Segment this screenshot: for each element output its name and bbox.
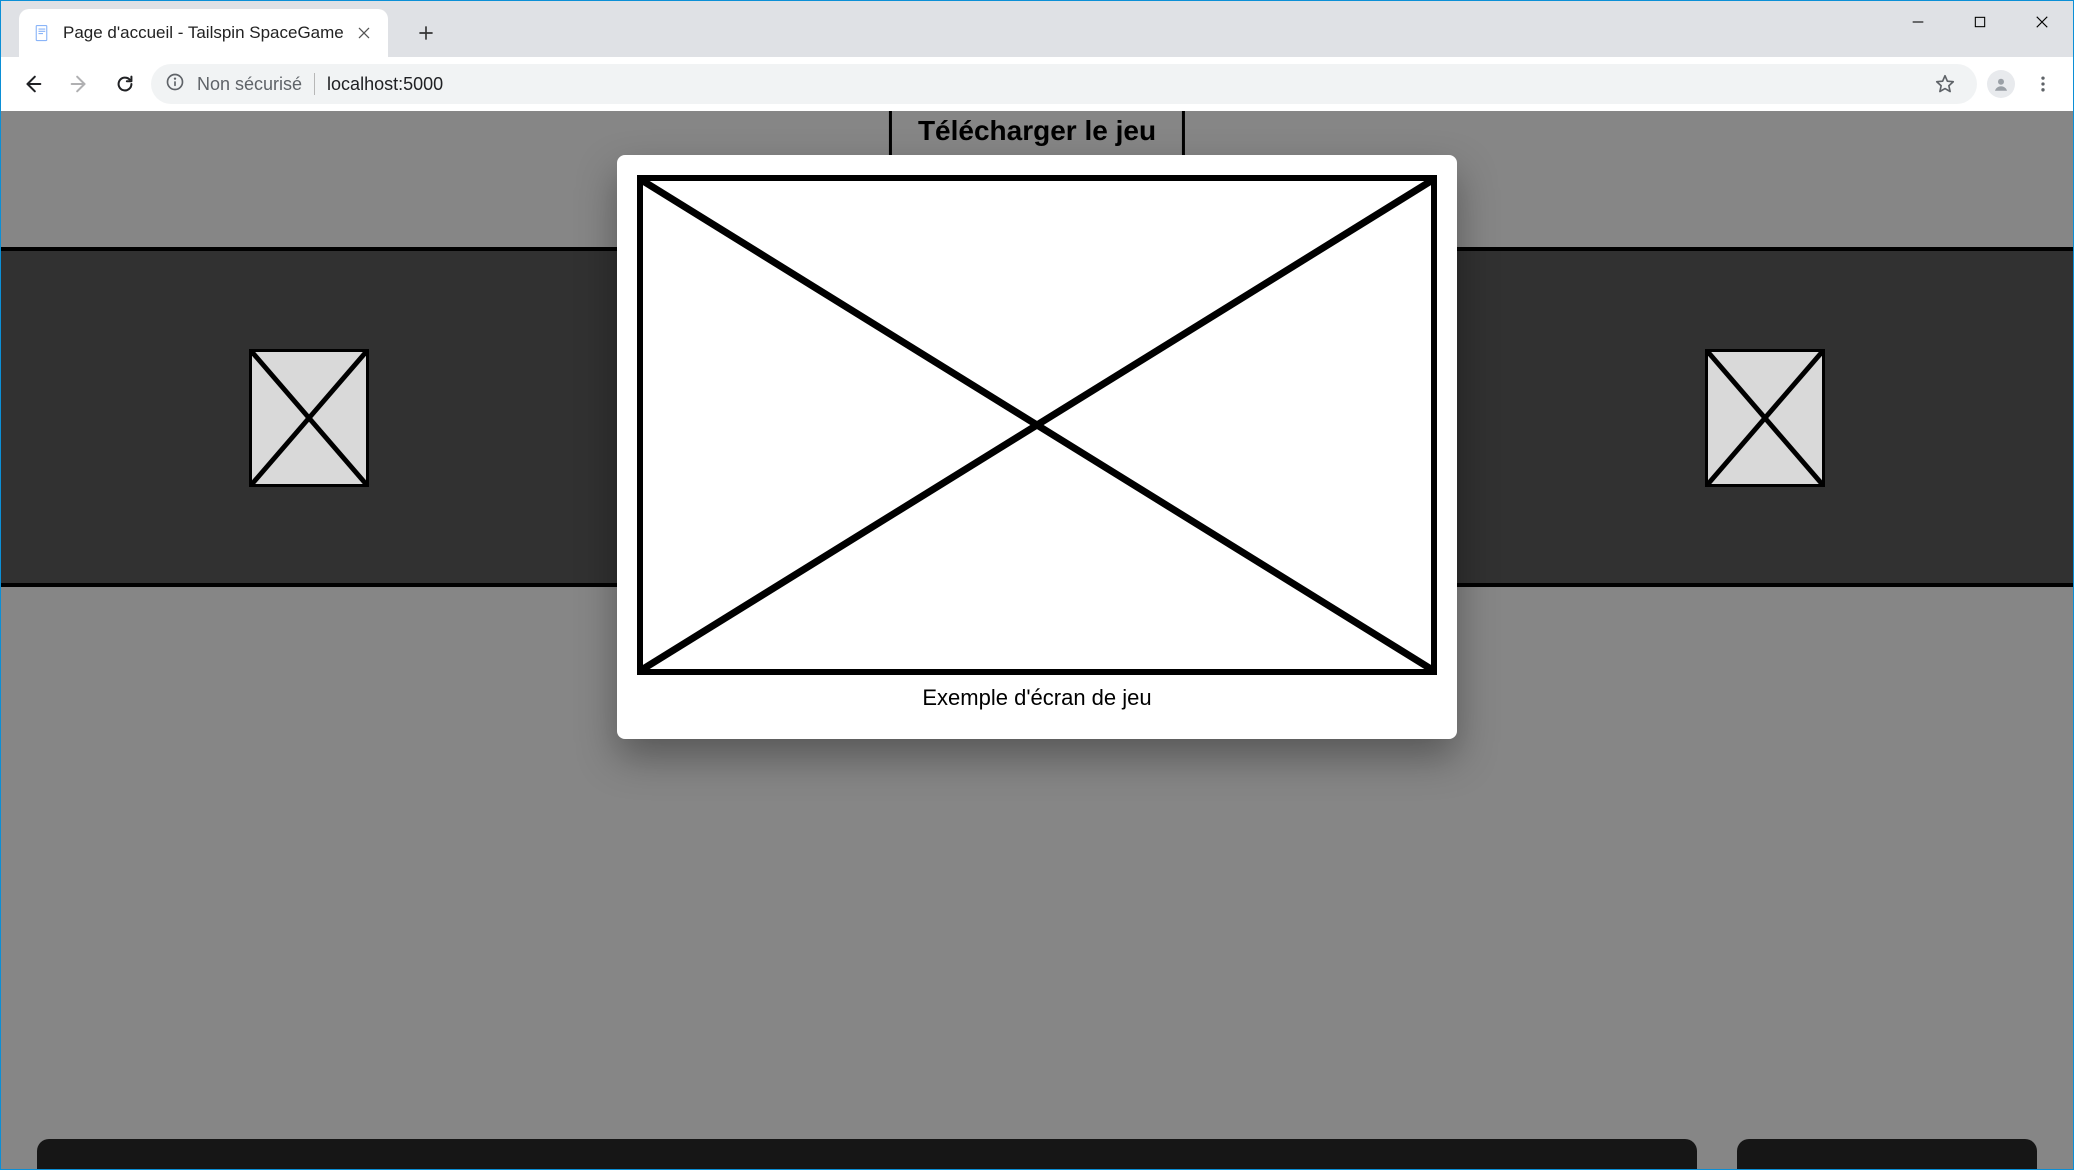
minimize-button[interactable] bbox=[1887, 1, 1949, 43]
address-bar[interactable]: Non sécurisé localhost:5000 bbox=[151, 64, 1977, 104]
browser-tab[interactable]: Page d'accueil - Tailspin SpaceGame bbox=[19, 9, 388, 57]
address-separator bbox=[314, 73, 315, 95]
browser-toolbar: Non sécurisé localhost:5000 bbox=[1, 57, 2073, 111]
info-icon[interactable] bbox=[165, 72, 185, 97]
tab-strip: Page d'accueil - Tailspin SpaceGame bbox=[1, 1, 2073, 57]
browser-menu-button[interactable] bbox=[2025, 66, 2061, 102]
close-tab-icon[interactable] bbox=[354, 23, 374, 43]
avatar-icon bbox=[1987, 70, 2015, 98]
close-window-button[interactable] bbox=[2011, 1, 2073, 43]
address-url: localhost:5000 bbox=[327, 74, 443, 95]
screenshot-modal: Exemple d'écran de jeu bbox=[617, 155, 1457, 739]
bookmark-star-icon[interactable] bbox=[1927, 66, 1963, 102]
browser-chrome: Page d'accueil - Tailspin SpaceGame bbox=[1, 1, 2073, 111]
reload-button[interactable] bbox=[105, 64, 145, 104]
window-controls bbox=[1887, 1, 2073, 57]
favicon-icon bbox=[33, 23, 53, 43]
tab-title: Page d'accueil - Tailspin SpaceGame bbox=[63, 23, 344, 43]
placeholder-image bbox=[637, 175, 1437, 675]
new-tab-button[interactable] bbox=[408, 15, 444, 51]
forward-button[interactable] bbox=[59, 64, 99, 104]
profile-button[interactable] bbox=[1983, 66, 2019, 102]
back-button[interactable] bbox=[13, 64, 53, 104]
modal-caption: Exemple d'écran de jeu bbox=[637, 685, 1437, 711]
page-viewport: Télécharger le jeu Exemple d'écran de je… bbox=[1, 111, 2073, 1169]
maximize-button[interactable] bbox=[1949, 1, 2011, 43]
security-status: Non sécurisé bbox=[197, 74, 302, 95]
